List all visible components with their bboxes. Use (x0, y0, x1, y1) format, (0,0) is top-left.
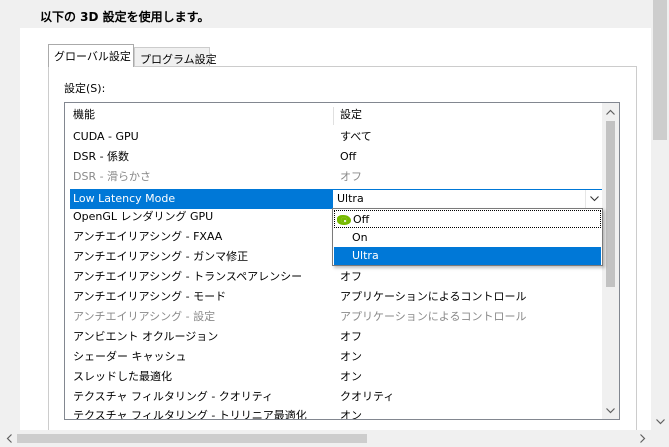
low-latency-mode-dropdown: Off On Ultra (332, 208, 603, 266)
page-horizontal-scrollbar[interactable] (0, 430, 651, 447)
table-row[interactable]: アンチエイリアシング - モード アプリケーションによるコントロール (65, 287, 603, 307)
row-feature: シェーダー キャッシュ (73, 350, 187, 363)
row-feature-selected[interactable]: Low Latency Mode (70, 189, 332, 209)
table-row[interactable]: アンチエイリアシング - トランスペアレンシー オフ (65, 267, 603, 287)
row-feature: アンチエイリアシング - ガンマ修正 (73, 250, 249, 263)
row-setting: オン (340, 370, 362, 383)
row-feature: OpenGL レンダリング GPU (73, 210, 214, 223)
combobox-value: Ultra (337, 192, 364, 205)
settings-listbox[interactable]: 機能 設定 CUDA - GPU すべて DSR - 係数 Off DSR - … (64, 102, 620, 420)
row-feature: DSR - 係数 (73, 150, 130, 163)
row-setting: オフ (340, 330, 362, 343)
row-setting: オン (340, 350, 362, 363)
row-feature: DSR - 滑らかさ (73, 170, 152, 183)
row-feature: テクスチャ フィルタリング - トリリニア最適化 (73, 409, 307, 420)
low-latency-mode-combobox[interactable]: Ultra (332, 189, 603, 209)
page-horizontal-scroll-thumb[interactable] (17, 434, 367, 443)
table-row[interactable]: DSR - 係数 Off (65, 147, 603, 167)
scroll-left-arrow-icon[interactable] (0, 430, 17, 447)
row-feature: アンチエイリアシング - トランスペアレンシー (73, 270, 303, 283)
page-heading: 以下の 3D 設定を使用します。 (40, 10, 210, 24)
row-setting: アプリケーションによるコントロール (340, 310, 527, 323)
listbox-scroll-thumb[interactable] (606, 121, 615, 287)
dropdown-option-ultra[interactable]: Ultra (334, 247, 601, 265)
row-setting: オフ (340, 170, 362, 183)
row-feature: アンチエイリアシング - モード (73, 290, 227, 303)
scroll-right-arrow-icon[interactable] (634, 430, 651, 447)
table-row[interactable]: DSR - 滑らかさ オフ (65, 167, 603, 187)
row-setting: クオリティ (340, 390, 395, 403)
scroll-up-arrow-icon[interactable] (602, 103, 619, 120)
settings-label: 設定(S): (64, 82, 106, 95)
page-scroll-down-arrow-icon[interactable] (651, 413, 669, 430)
row-setting: オン (340, 409, 362, 420)
table-row[interactable]: テクスチャ フィルタリング - クオリティ クオリティ (65, 387, 603, 407)
listbox-vertical-scrollbar[interactable] (602, 103, 619, 419)
dropdown-option-off[interactable]: Off (334, 210, 601, 228)
row-setting: すべて (340, 130, 372, 143)
scrollbar-corner (651, 430, 669, 447)
dropdown-option-on[interactable]: On (334, 229, 601, 247)
row-feature: テクスチャ フィルタリング - クオリティ (73, 390, 274, 403)
column-header-feature[interactable]: 機能 (73, 105, 95, 125)
column-header-setting[interactable]: 設定 (340, 105, 362, 125)
page-vertical-scroll-thumb[interactable] (653, 0, 667, 140)
chevron-down-icon[interactable] (585, 190, 602, 208)
column-header-row: 機能 設定 (65, 105, 603, 125)
column-divider[interactable] (333, 107, 334, 125)
tab-program-settings[interactable]: プログラム設定 (134, 47, 217, 67)
row-feature: アンビエント オクルージョン (73, 330, 219, 343)
nvidia-logo-icon (337, 215, 351, 225)
tab-global-settings[interactable]: グローバル設定 (48, 44, 134, 67)
table-row[interactable]: シェーダー キャッシュ オン (65, 347, 603, 367)
row-setting: アプリケーションによるコントロール (340, 290, 527, 303)
table-row[interactable]: テクスチャ フィルタリング - トリリニア最適化 オン (65, 406, 603, 420)
table-row[interactable]: スレッドした最適化 オン (65, 367, 603, 387)
row-feature: アンチエイリアシング - 設定 (73, 310, 216, 323)
row-feature: スレッドした最適化 (73, 370, 172, 383)
row-setting: Off (340, 150, 357, 163)
page-vertical-scrollbar[interactable] (651, 0, 669, 430)
row-setting: オフ (340, 270, 362, 283)
table-row[interactable]: アンチエイリアシング - 設定 アプリケーションによるコントロール (65, 307, 603, 327)
row-feature: アンチエイリアシング - FXAA (73, 230, 223, 243)
table-row[interactable]: CUDA - GPU すべて (65, 127, 603, 147)
table-row[interactable]: アンビエント オクルージョン オフ (65, 327, 603, 347)
row-feature: CUDA - GPU (73, 130, 139, 143)
scroll-down-arrow-icon[interactable] (602, 402, 619, 419)
